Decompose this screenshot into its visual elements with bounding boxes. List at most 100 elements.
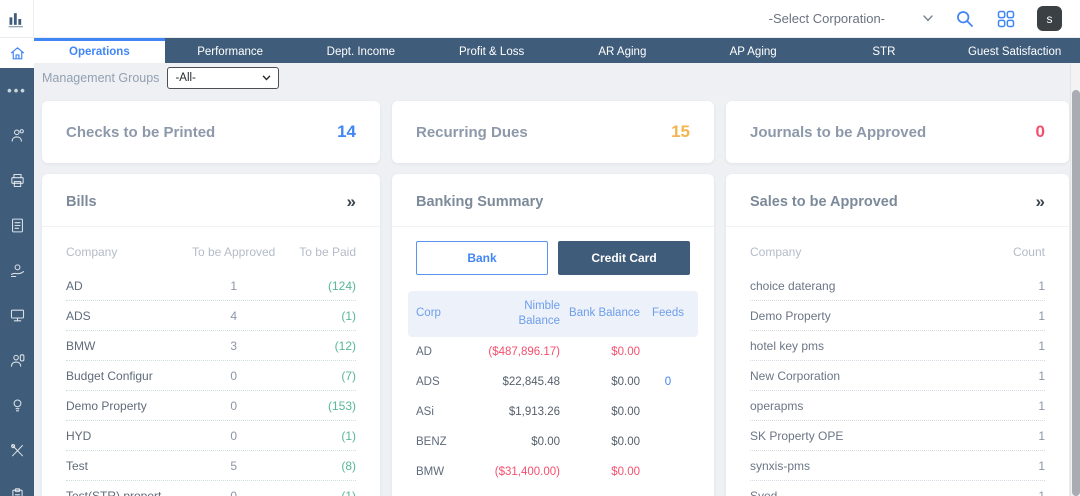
management-groups-select[interactable]: -All- — [167, 67, 280, 89]
corp-cell: ASi — [416, 405, 434, 418]
dashboard-app: -Select Corporation- s ••• Operations Pe… — [0, 0, 1080, 496]
sales-row: Demo Property 1 — [750, 301, 1045, 331]
company-cell: operapms — [750, 398, 804, 413]
sidebar-item-user-settings[interactable] — [0, 113, 34, 158]
bills-expand-icon[interactable]: » — [347, 193, 356, 210]
bills-table: Company To be Approved To be Paid AD 1 (12… — [42, 227, 380, 496]
insights-icon — [13, 399, 21, 412]
sidebar-item-insights[interactable] — [0, 383, 34, 428]
banking-summary-title: Banking Summary — [416, 194, 544, 210]
sidebar-item-invoices[interactable] — [0, 203, 34, 248]
bills-row: Demo Property 0 (153) — [66, 391, 356, 421]
count-cell: 1 — [1038, 398, 1045, 413]
sidebar-item-printer[interactable] — [0, 158, 34, 203]
company-cell: Demo Property — [66, 398, 147, 413]
company-cell: Demo Property — [750, 308, 831, 323]
banking-col-bank: Bank Balance — [569, 307, 640, 320]
company-cell: SK Property OPE — [750, 428, 844, 443]
select-chevron-icon — [263, 75, 271, 81]
apps-grid-button[interactable] — [995, 8, 1017, 30]
dashboard-content: Checks to be Printed 14 Bills » Company … — [34, 93, 1070, 496]
bills-col-paid: To be Paid — [299, 245, 356, 259]
chevron-down-icon — [923, 15, 933, 22]
banking-col-nimble: Nimble Balance — [518, 300, 560, 327]
company-cell: hotel key pms — [750, 338, 825, 353]
banking-table: Corp Nimble Balance Bank Balance Feeds A… — [408, 291, 698, 487]
company-cell: New Corporation — [750, 368, 841, 383]
nimble-balance-cell: ($487,896.17) — [488, 345, 560, 358]
invoices-icon — [11, 218, 23, 233]
journals-count[interactable]: 0 — [1036, 122, 1045, 142]
to-be-approved-cell: 0 — [230, 428, 237, 443]
banking-tab-bank[interactable]: Bank — [416, 241, 548, 275]
bills-row: Test(STR) propert 0 (1) — [66, 481, 356, 496]
support-icon — [10, 354, 24, 367]
search-button[interactable] — [953, 8, 975, 30]
corp-cell: ADS — [416, 375, 440, 388]
banking-tab-row: Bank Credit Card — [392, 227, 714, 283]
sales-row: choice daterang 1 — [750, 271, 1045, 301]
sales-expand-icon[interactable]: » — [1036, 193, 1045, 210]
to-be-paid-cell: (8) — [341, 458, 356, 473]
company-cell: Test(STR) propert — [66, 488, 162, 496]
sidebar-item-reports[interactable] — [0, 473, 34, 496]
tab-dept-income[interactable]: Dept. Income — [296, 38, 427, 63]
to-be-paid-cell: (7) — [341, 368, 356, 383]
corporation-select[interactable]: -Select Corporation- — [769, 11, 933, 26]
company-cell: synxis-pms — [750, 458, 811, 473]
company-cell: Test — [66, 458, 89, 473]
banking-row: ADS $22,845.48 $0.00 0 — [408, 367, 698, 397]
count-cell: 1 — [1038, 488, 1045, 496]
bank-balance-cell: $0.00 — [611, 345, 640, 358]
bank-balance-cell: $0.00 — [611, 405, 640, 418]
vertical-scrollbar-thumb[interactable] — [1072, 90, 1080, 496]
corp-cell: AD — [416, 345, 432, 358]
nimble-balance-cell: ($31,400.00) — [494, 465, 560, 478]
tab-profit-loss[interactable]: Profit & Loss — [426, 38, 557, 63]
sales-table-body: choice daterang 1 Demo Property 1 hotel key … — [750, 271, 1045, 496]
banking-row: ASi $1,913.26 $0.00 — [408, 397, 698, 427]
count-cell: 1 — [1038, 458, 1045, 473]
tab-guest-satisfaction[interactable]: Guest Satisfaction — [949, 38, 1080, 63]
management-groups-label: Management Groups — [42, 71, 160, 85]
bank-balance-cell: $0.00 — [611, 375, 640, 388]
bills-table-body: AD 1 (124) ADS 4 (1) BMW 3 (12) Budget Configur 0 (… — [66, 271, 356, 496]
sidebar-item-system-reports[interactable] — [0, 293, 34, 338]
company-cell: AD — [66, 278, 83, 293]
sidebar-item-support[interactable] — [0, 338, 34, 383]
corp-cell: BMW — [416, 465, 445, 478]
feeds-link[interactable]: 0 — [646, 376, 690, 388]
company-cell: Budget Configur — [66, 368, 153, 383]
sidebar-item-home[interactable] — [0, 38, 34, 68]
company-cell: BMW — [66, 338, 96, 353]
banking-tab-credit-card[interactable]: Credit Card — [558, 241, 690, 275]
tab-ar-aging[interactable]: AR Aging — [557, 38, 688, 63]
count-cell: 1 — [1038, 428, 1045, 443]
sidebar-item-payments[interactable] — [0, 248, 34, 293]
tab-ap-aging[interactable]: AP Aging — [688, 38, 819, 63]
company-cell: HYD — [66, 428, 92, 443]
tab-operations[interactable]: Operations — [34, 38, 165, 63]
sales-title: Sales to be Approved — [750, 194, 898, 210]
bar-chart-logo-icon — [8, 12, 23, 27]
to-be-paid-cell: (1) — [341, 428, 356, 443]
recurring-dues-count[interactable]: 15 — [671, 122, 690, 142]
tab-performance[interactable]: Performance — [165, 38, 296, 63]
user-avatar[interactable]: s — [1037, 6, 1062, 31]
to-be-paid-cell: (1) — [341, 308, 356, 323]
bills-row: AD 1 (124) — [66, 271, 356, 301]
sales-row: SK Property OPE 1 — [750, 421, 1045, 451]
app-logo[interactable] — [0, 0, 34, 38]
tab-str[interactable]: STR — [819, 38, 950, 63]
to-be-approved-cell: 0 — [230, 398, 237, 413]
bills-col-approved: To be Approved — [191, 245, 276, 259]
sales-col-company: Company — [750, 245, 802, 259]
to-be-approved-cell: 5 — [230, 458, 237, 473]
tools-icon — [10, 444, 23, 457]
vertical-scrollbar-track — [1070, 38, 1080, 496]
sidebar-item-more-menu[interactable]: ••• — [0, 68, 34, 113]
banking-row: AD ($487,896.17) $0.00 — [408, 337, 698, 367]
checks-count[interactable]: 14 — [337, 122, 356, 142]
bills-row: BMW 3 (12) — [66, 331, 356, 361]
sidebar-item-tools[interactable] — [0, 428, 34, 473]
